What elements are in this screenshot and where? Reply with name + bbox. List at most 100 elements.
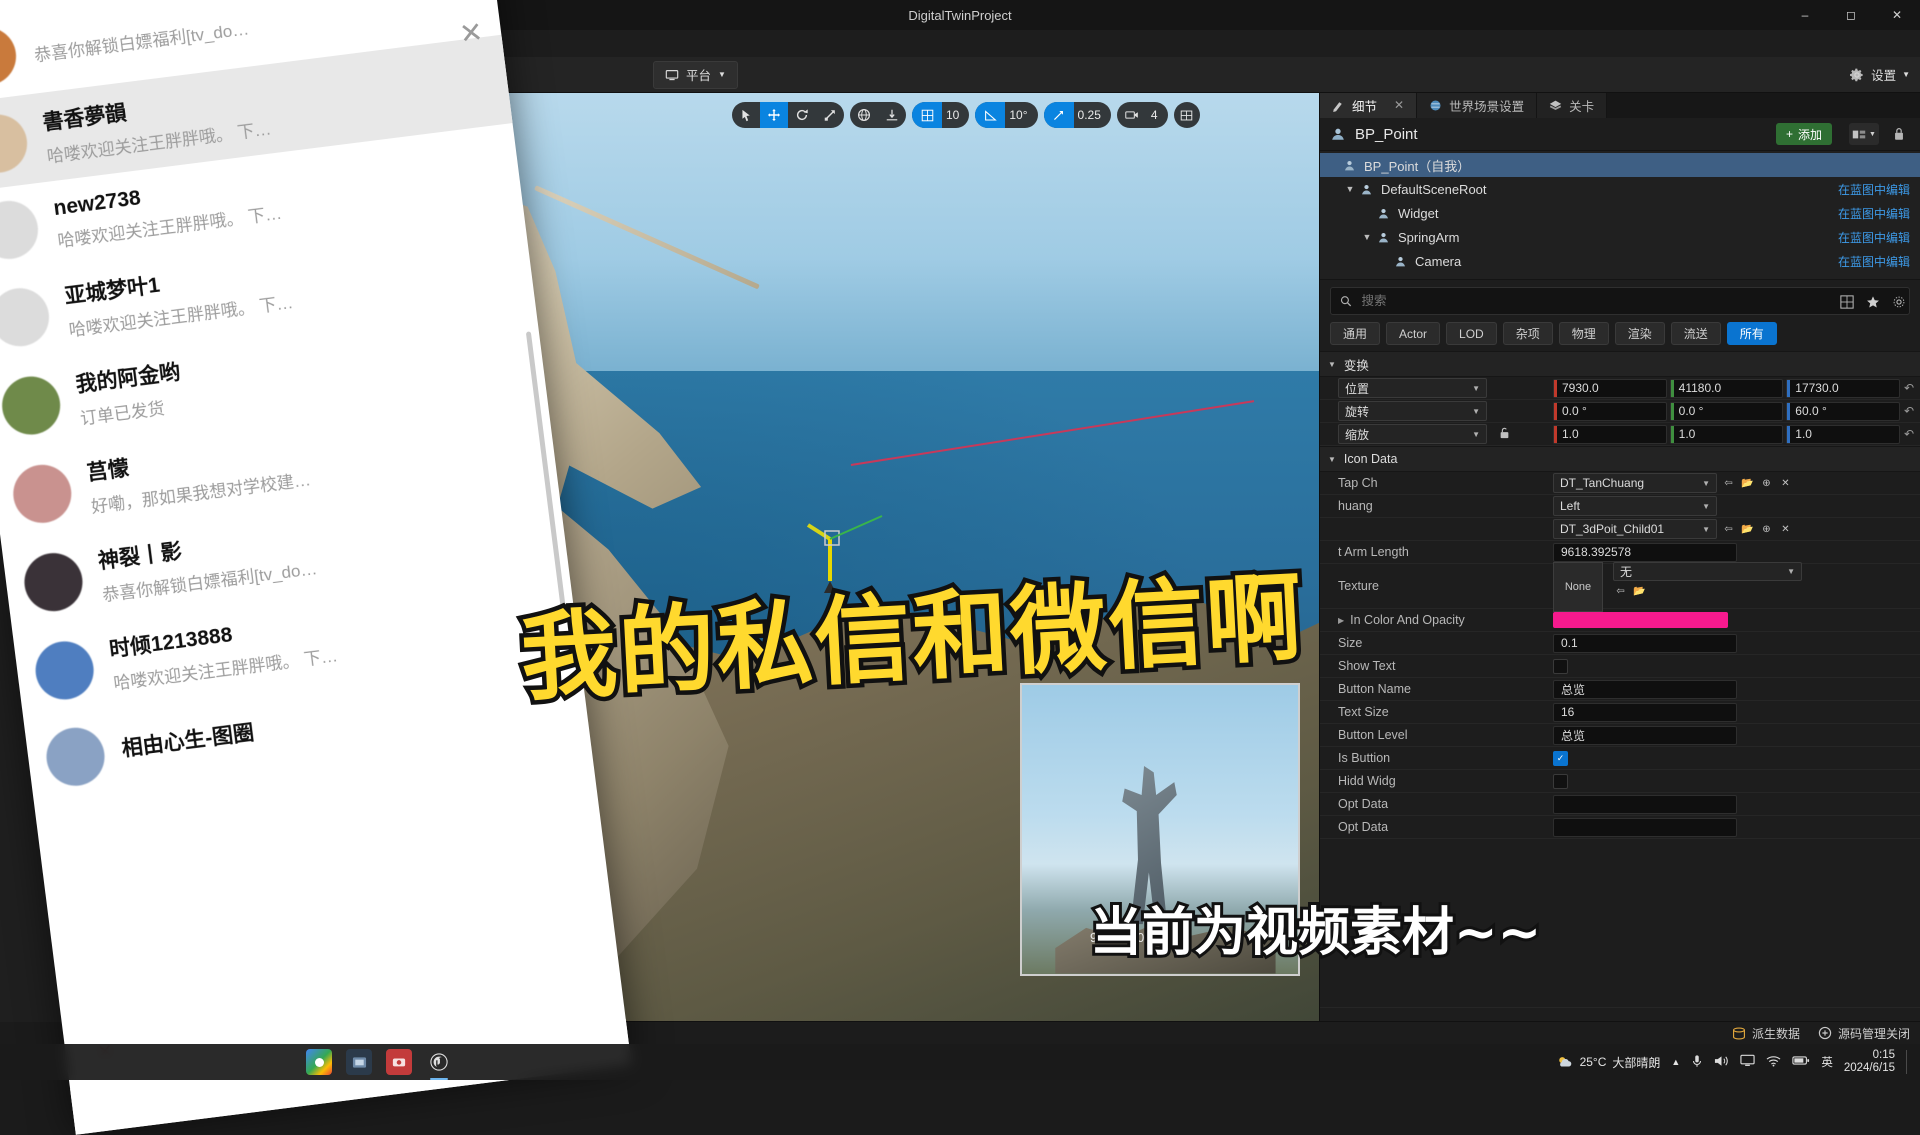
property-row[interactable]: Button Level 总览 [1320,724,1920,747]
expand-arrow-icon[interactable]: ▶ [1338,616,1344,625]
texture-combo[interactable]: 无 ▼ [1613,562,1802,581]
clear-asset-icon[interactable]: ✕ [1778,476,1793,491]
transform-combo[interactable]: 旋转 ▼ [1338,401,1487,421]
edit-in-blueprint-link[interactable]: 在蓝图中编辑 [1838,205,1910,222]
expand-arrow-icon[interactable]: ▼ [1360,232,1374,242]
text-field[interactable]: 总览 [1553,725,1737,745]
taskbar-apps[interactable] [306,1049,452,1080]
property-row[interactable]: huang Left ▼ [1320,495,1920,518]
edit-in-blueprint-link[interactable]: 在蓝图中编辑 [1838,253,1910,270]
maximize-button[interactable]: ◻ [1828,0,1874,30]
reset-to-default-icon[interactable]: ↶ [1904,427,1914,441]
viewport-layout-icon[interactable] [1173,102,1200,128]
details-search[interactable] [1330,287,1910,315]
transform-mode-group[interactable] [732,102,844,128]
taskbar-chrome-icon[interactable] [306,1049,332,1075]
asset-combo[interactable]: DT_TanChuang ▼ [1553,473,1717,493]
transform-row[interactable]: 缩放 ▼ 1.0 1.0 1.0 ↶ [1320,423,1920,446]
transform-z-field[interactable]: 60.0 ° [1786,401,1900,421]
browse-icon[interactable]: 📂 [1740,476,1755,491]
transform-row[interactable]: 旋转 ▼ 0.0 ° 0.0 ° 60.0 ° ↶ [1320,400,1920,423]
edit-in-blueprint-link[interactable]: 在蓝图中编辑 [1838,229,1910,246]
component-tree-row[interactable]: ▼ SpringArm 在蓝图中编辑 [1320,225,1920,249]
property-row[interactable]: Hidd Widg [1320,770,1920,793]
transform-section-header[interactable]: ▼ 变换 [1320,351,1920,377]
tray-chevron-up-icon[interactable]: ▲ [1671,1057,1680,1067]
property-row[interactable]: Show Text [1320,655,1920,678]
property-row[interactable]: Is Buttion ✓ [1320,747,1920,770]
transform-y-field[interactable]: 0.0 ° [1669,401,1784,421]
surface-snap-icon[interactable] [878,102,906,128]
property-row[interactable]: Texture None 无 ▼ ⇦ 📂 [1320,562,1920,612]
scale-snap-control[interactable]: 0.25 [1043,102,1111,128]
texture-thumbnail[interactable]: None [1553,562,1603,612]
component-tree-row[interactable]: Widget 在蓝图中编辑 [1320,201,1920,225]
camera-speed-control[interactable]: 4 [1116,102,1168,128]
tray-monitor-icon[interactable] [1740,1054,1755,1070]
minimize-button[interactable]: – [1782,0,1828,30]
lock-ratio-icon[interactable] [1499,427,1510,442]
use-selected-icon[interactable]: ⇦ [1721,522,1736,537]
text-field[interactable]: 0.1 [1553,633,1737,653]
edit-in-blueprint-link[interactable]: 在蓝图中编辑 [1838,181,1910,198]
derived-data-button[interactable]: 派生数据 [1732,1025,1800,1042]
transform-row[interactable]: 位置 ▼ 7930.0 41180.0 17730.0 ↶ [1320,377,1920,400]
text-field[interactable]: 9618.392578 [1553,542,1737,562]
transform-y-field[interactable]: 41180.0 [1669,378,1784,398]
use-selected-icon[interactable]: ⇦ [1613,584,1628,599]
viewport-toolbar[interactable]: 10 10° 0.25 4 [732,102,1200,128]
ime-indicator[interactable]: 英 [1821,1054,1833,1070]
reset-to-default-icon[interactable]: ↶ [1904,404,1914,418]
browse-icon[interactable]: 📂 [1632,584,1647,599]
select-tool-icon[interactable] [732,102,760,128]
text-field[interactable]: 16 [1553,702,1737,722]
details-tab-strip[interactable]: 细节 ✕ 世界场景设置 关卡 [1320,92,1920,118]
source-control-button[interactable]: 源码管理关闭 [1818,1025,1910,1042]
asset-combo[interactable]: DT_3dPoit_Child01 ▼ [1553,519,1717,539]
property-row[interactable]: Tap Ch DT_TanChuang ▼ ⇦ 📂 ⊕ ✕ [1320,472,1920,495]
filter-chip-渲染[interactable]: 渲染 [1614,322,1665,345]
filter-chip-流送[interactable]: 流送 [1670,322,1721,345]
property-row[interactable]: Text Size 16 [1320,701,1920,724]
platform-button[interactable]: 平台 ▼ [652,60,738,89]
filter-chip-通用[interactable]: 通用 [1330,322,1381,345]
property-row[interactable]: Button Name 总览 [1320,678,1920,701]
angle-snap-icon[interactable] [975,102,1006,128]
grid-snap-icon[interactable] [912,102,942,128]
new-asset-icon[interactable]: ⊕ [1759,476,1774,491]
tray-battery-icon[interactable] [1792,1055,1810,1069]
view-options-button[interactable]: ▼ [1849,123,1879,145]
close-icon[interactable]: ✕ [457,15,485,51]
clear-asset-icon[interactable]: ✕ [1778,522,1793,537]
filter-chip-物理[interactable]: 物理 [1558,322,1609,345]
details-search-input[interactable] [1359,293,1900,309]
close-icon[interactable]: ✕ [1394,98,1404,112]
add-component-button[interactable]: + 添加 [1775,123,1832,145]
property-row[interactable]: Opt Data [1320,793,1920,816]
move-tool-icon[interactable] [760,102,788,128]
filter-chip-LOD[interactable]: LOD [1446,322,1497,345]
taskbar-unreal-icon[interactable] [426,1049,452,1080]
weather-widget[interactable]: 25°C 大部晴朗 [1556,1054,1660,1071]
tab-world-settings[interactable]: 世界场景设置 [1417,92,1538,118]
component-tree[interactable]: BP_Point（自我） ▼ DefaultSceneRoot 在蓝图中编辑 Widge… [1320,151,1920,280]
status-bar-right[interactable]: 派生数据 源码管理关闭 [1732,1025,1910,1042]
browse-icon[interactable]: 📂 [1740,522,1755,537]
reset-to-default-icon[interactable]: ↶ [1904,381,1914,395]
component-tree-row[interactable]: BP_Point（自我） [1320,153,1920,177]
camera-icon[interactable] [1117,102,1147,128]
angle-snap-control[interactable]: 10° [975,102,1038,128]
toolbar-settings[interactable]: 设置 ▼ [1849,65,1910,84]
taskbar-folder-icon[interactable] [346,1049,372,1075]
tray-wifi-icon[interactable] [1766,1055,1781,1070]
filter-chip-所有[interactable]: 所有 [1726,322,1777,345]
grid-view-icon[interactable] [1840,295,1854,314]
grid-snap-control[interactable]: 10 [912,102,970,128]
system-tray[interactable]: 25°C 大部晴朗 ▲ 英 0:15 2024/6/15 [1556,1049,1912,1075]
transform-z-field[interactable]: 17730.0 [1786,378,1900,398]
window-controls[interactable]: – ◻ ✕ [1782,0,1920,30]
transform-x-field[interactable]: 7930.0 [1553,378,1667,398]
tab-levels[interactable]: 关卡 [1537,92,1608,118]
checkbox[interactable] [1553,658,1568,674]
tab-details[interactable]: 细节 ✕ [1320,92,1418,118]
